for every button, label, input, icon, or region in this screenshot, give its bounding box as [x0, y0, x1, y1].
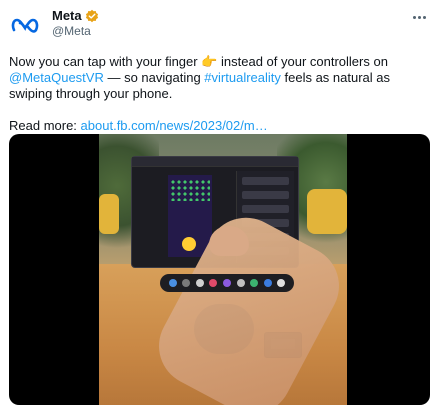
video-media[interactable] [9, 134, 430, 405]
vr-dock-bar [160, 274, 294, 292]
tweet-card[interactable]: Meta @Meta Now you can tap with your fin… [0, 0, 442, 408]
author-info: Meta @Meta [52, 9, 99, 38]
verified-badge-icon [85, 9, 98, 23]
tweet-text-part3: — so navigating [103, 70, 205, 85]
pointing-finger-emoji: 👉 [201, 54, 218, 69]
tweet-text-part2: instead of your controllers on [217, 54, 388, 69]
hashtag-link[interactable]: #virtualreality [204, 70, 281, 85]
more-options-icon[interactable] [408, 10, 430, 24]
bubble-game [168, 175, 212, 257]
user-hand [209, 226, 249, 256]
read-more-link[interactable]: about.fb.com/news/2023/02/m… [81, 118, 268, 133]
handle[interactable]: @Meta [52, 24, 99, 38]
tweet-text: Now you can tap with your finger 👉 inste… [9, 54, 433, 134]
mention-link[interactable]: @MetaQuestVR [9, 70, 104, 85]
meta-logo-icon [11, 18, 39, 33]
avatar[interactable] [9, 9, 41, 41]
display-name[interactable]: Meta [52, 9, 82, 23]
tweet-text-part1: Now you can tap with your finger [9, 54, 202, 69]
read-more-label: Read more: [9, 118, 81, 133]
